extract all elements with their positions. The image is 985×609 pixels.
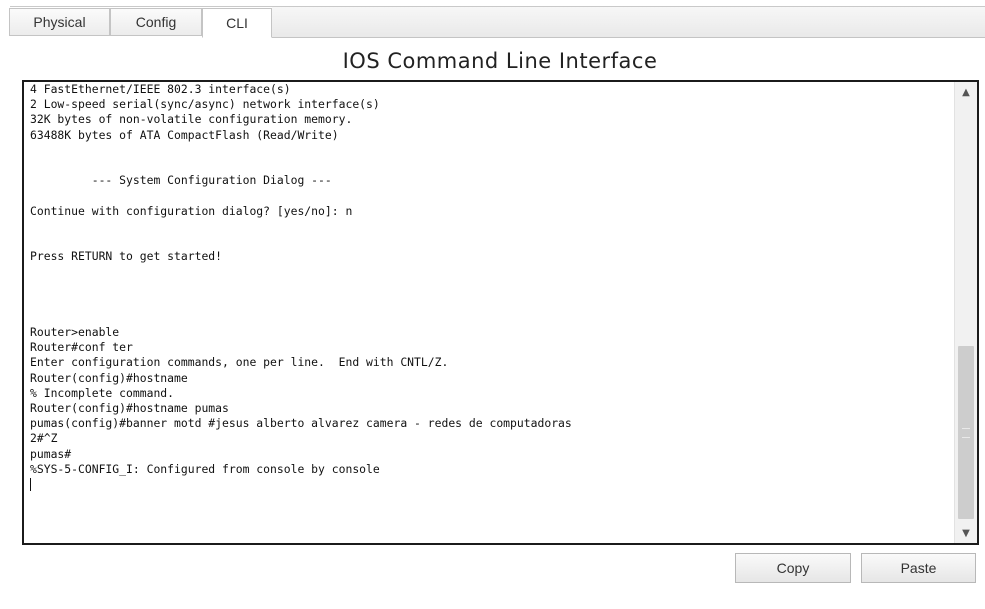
console-line: 2#^Z bbox=[30, 431, 58, 446]
console-line: pumas(config)#banner motd #jesus alberto… bbox=[30, 416, 572, 431]
console-line: Continue with configuration dialog? [yes… bbox=[30, 203, 353, 218]
tab-config[interactable]: Config bbox=[110, 8, 202, 36]
tab-cli[interactable]: CLI bbox=[202, 8, 272, 38]
console-line: Router#conf ter bbox=[30, 340, 133, 355]
console-line: Router(config)#hostname bbox=[30, 370, 188, 385]
scroll-down-arrow-icon[interactable]: ▼ bbox=[955, 523, 977, 543]
console-line: pumas# bbox=[30, 446, 72, 461]
tab-physical[interactable]: Physical bbox=[9, 8, 110, 36]
console-line: Router(config)#hostname pumas bbox=[30, 400, 229, 415]
console-line: 4 FastEthernet/IEEE 802.3 interface(s) bbox=[30, 82, 291, 96]
console-line: Press RETURN to get started! bbox=[30, 249, 223, 264]
scroll-grip-icon bbox=[962, 428, 970, 438]
console-line: 2 Low-speed serial(sync/async) network i… bbox=[30, 97, 380, 112]
console-line bbox=[30, 477, 950, 492]
console-line: Enter configuration commands, one per li… bbox=[30, 355, 449, 370]
scroll-up-arrow-icon[interactable]: ▲ bbox=[955, 82, 977, 102]
page-title: IOS Command Line Interface bbox=[342, 49, 658, 73]
cli-console[interactable]: 4 FastEthernet/IEEE 802.3 interface(s) 2 … bbox=[22, 80, 979, 545]
console-line: % Incomplete command. bbox=[30, 385, 175, 400]
scroll-thumb[interactable] bbox=[958, 346, 974, 519]
console-line: 32K bytes of non-volatile configuration … bbox=[30, 112, 353, 127]
paste-button[interactable]: Paste bbox=[861, 553, 976, 583]
copy-button[interactable]: Copy bbox=[735, 553, 851, 583]
console-line: 63488K bytes of ATA CompactFlash (Read/W… bbox=[30, 127, 339, 142]
text-cursor bbox=[30, 477, 31, 491]
tab-strip-background bbox=[272, 7, 985, 38]
console-line: --- System Configuration Dialog --- bbox=[30, 173, 332, 188]
console-scrollbar[interactable]: ▲ ▼ bbox=[954, 82, 977, 543]
console-line: Router>enable bbox=[30, 325, 120, 339]
tab-bar: Physical Config CLI bbox=[0, 0, 985, 40]
console-output[interactable]: 4 FastEthernet/IEEE 802.3 interface(s) 2 … bbox=[30, 82, 950, 492]
console-line: %SYS-5-CONFIG_I: Configured from console… bbox=[30, 461, 380, 476]
